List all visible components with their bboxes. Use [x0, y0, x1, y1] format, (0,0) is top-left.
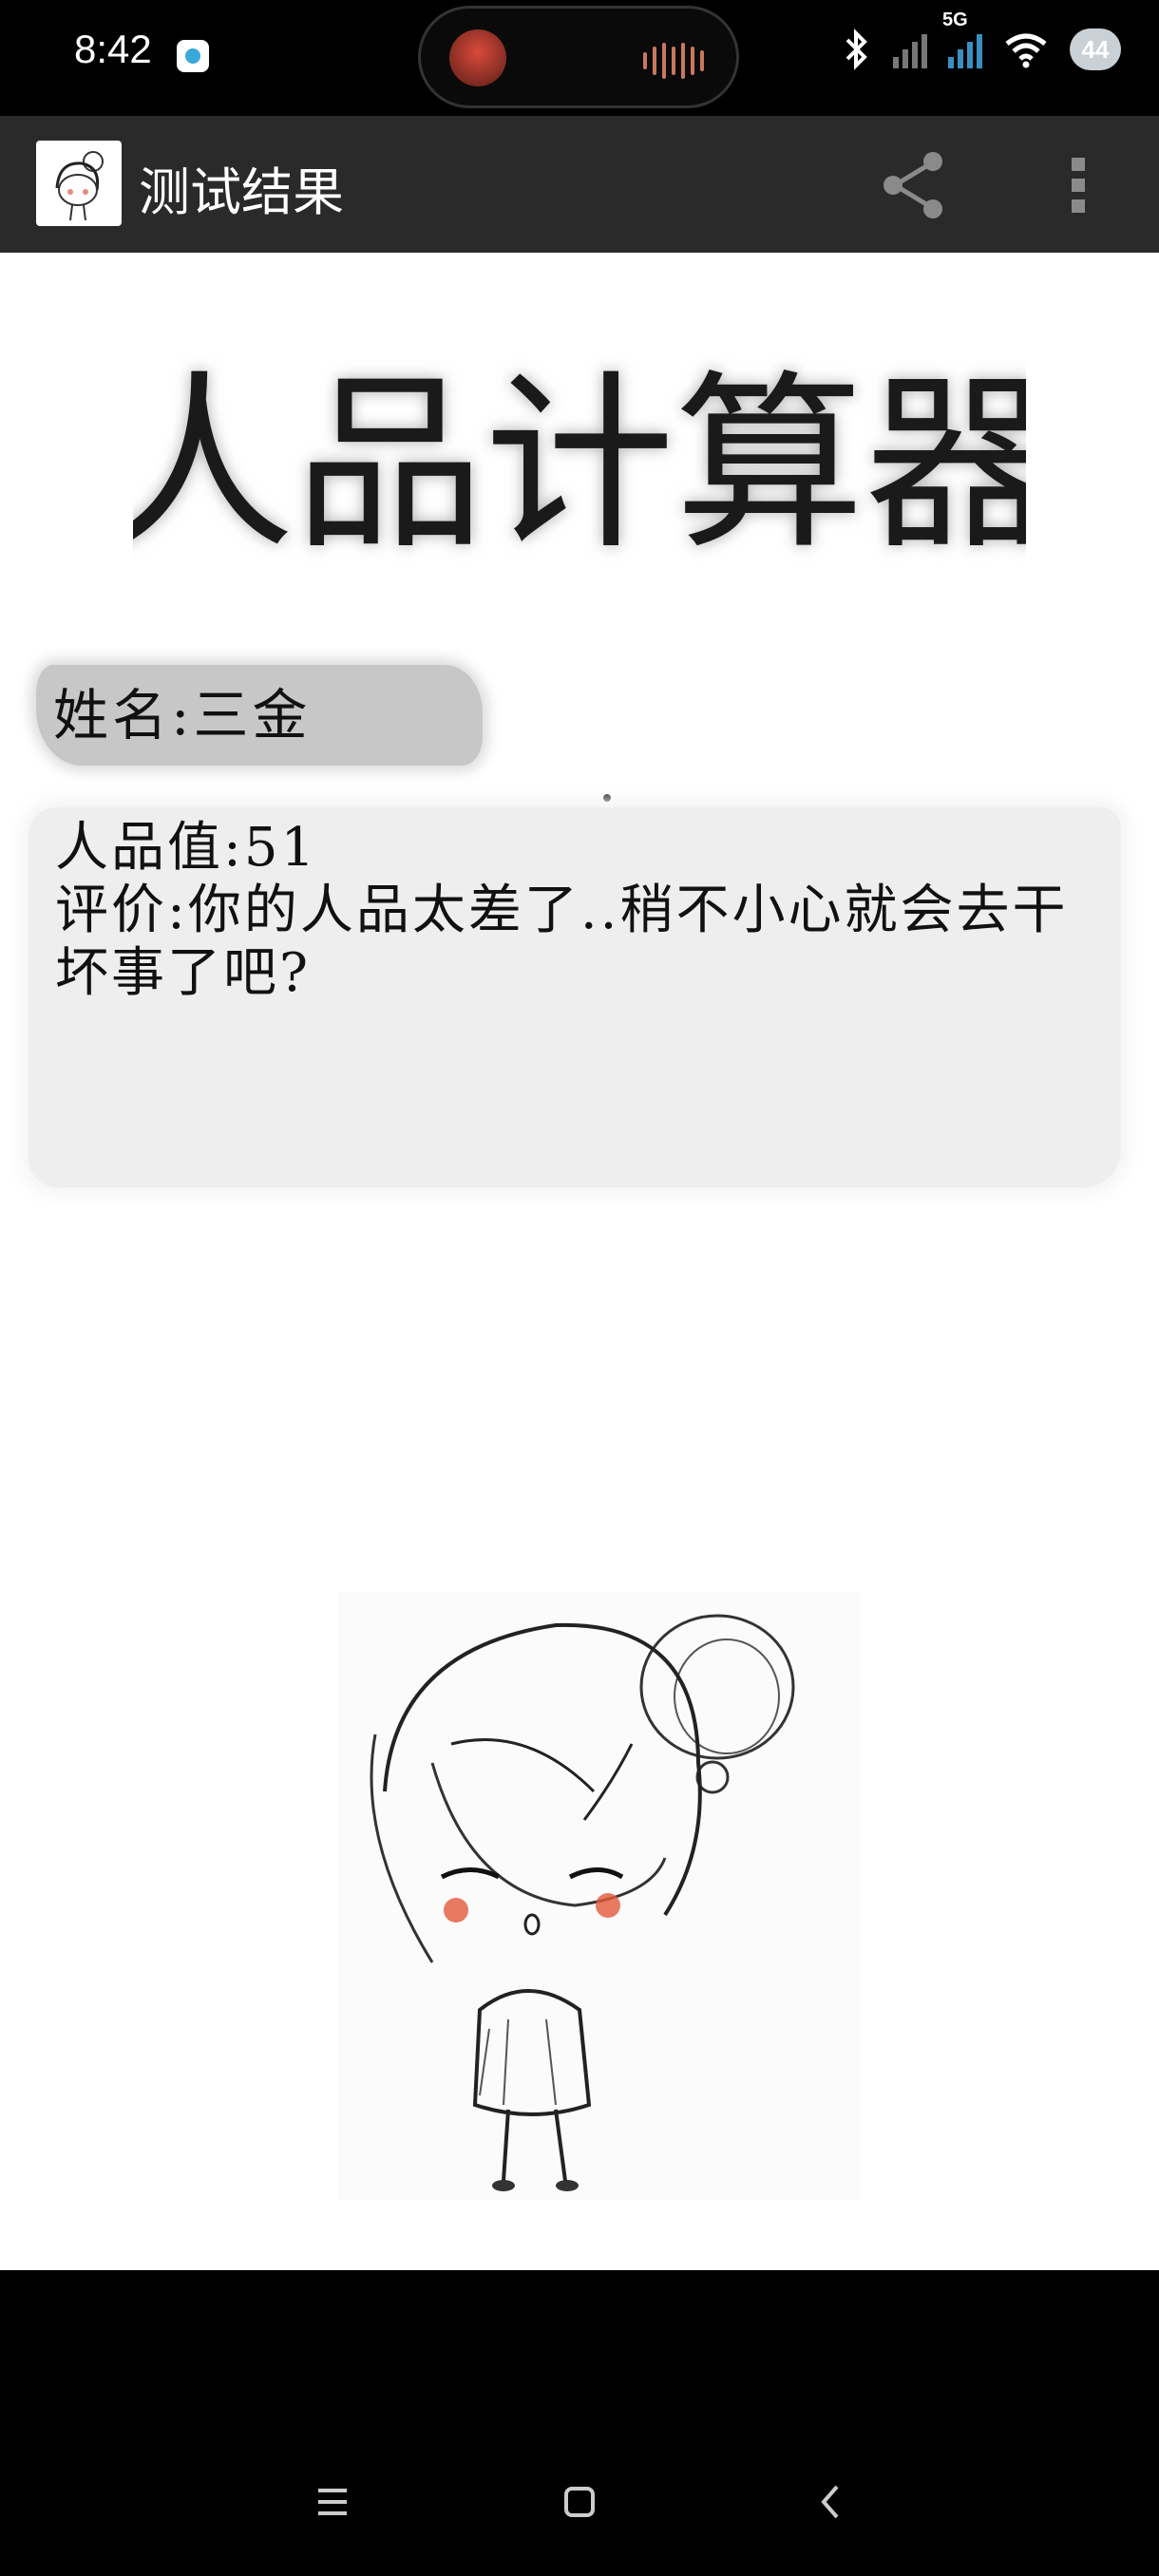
overflow-menu-button[interactable] [1049, 142, 1110, 228]
app-logo-icon[interactable] [36, 141, 122, 226]
nav-back-button[interactable] [793, 2473, 869, 2530]
comment-line: 评价:你的人品太差了..稍不小心就会去干坏事了吧? [55, 880, 1069, 1004]
share-button[interactable] [870, 142, 956, 228]
bluetooth-icon [846, 28, 867, 70]
system-nav-bar [0, 2270, 1159, 2576]
hero-title: 人品计算器 [133, 354, 1026, 576]
hero-banner: 人品计算器 人品计算器 [133, 354, 1026, 576]
home-icon [564, 2487, 595, 2517]
battery-icon: 44 [1070, 28, 1121, 70]
result-content: 人品计算器 人品计算器 姓名:三金 人品值:51 评价:你的人品太差了..稍不小… [0, 253, 1159, 2270]
share-icon [884, 152, 942, 218]
nav-home-button[interactable] [542, 2473, 618, 2530]
signal-off-icon [893, 30, 927, 68]
wifi-icon [1005, 33, 1047, 68]
girl-sketch-illustration [337, 1592, 860, 2200]
result-text: 人品值:51 评价:你的人品太差了..稍不小心就会去干坏事了吧? [55, 817, 1119, 1005]
score-line: 人品值:51 [55, 817, 318, 879]
notification-app-icon [177, 40, 209, 72]
media-art-icon [449, 29, 506, 86]
audio-wave-icon [643, 43, 704, 79]
menu-icon [318, 2489, 347, 2515]
status-bar: 8:42 5G 44 [0, 0, 1159, 116]
page-title: 测试结果 [139, 162, 344, 222]
nav-menu-button[interactable] [294, 2473, 370, 2530]
back-icon [821, 2485, 839, 2519]
divider-dot [603, 794, 611, 802]
network-type-label: 5G [942, 9, 968, 30]
more-vert-icon [1072, 158, 1085, 213]
status-time: 8:42 [74, 27, 152, 71]
name-line: 姓名:三金 [53, 683, 312, 748]
dynamic-island[interactable] [418, 6, 739, 108]
action-bar: 测试结果 [0, 116, 1159, 253]
signal-5g-icon: 5G [942, 9, 982, 68]
